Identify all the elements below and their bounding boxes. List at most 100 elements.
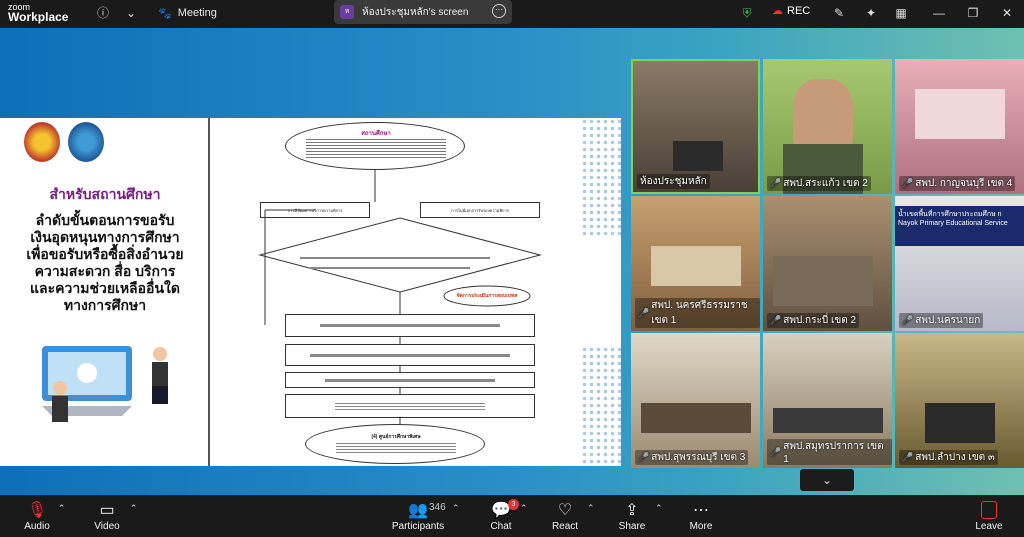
flow-step-1 [285,314,535,337]
audio-button[interactable]: 🎙 Audio [10,501,64,532]
sparkle-icon[interactable]: ✦ [862,4,880,22]
video-figure [641,403,751,433]
flow-step-2 [285,344,535,366]
dot-pattern-bottom [581,346,621,466]
video-figure [773,408,883,433]
participant-name: 🎤 สพป.ลำปาง เขต ๓ [899,450,998,465]
logo-workplace-text: Workplace [8,10,69,24]
video-options-chevron-icon[interactable]: ⌃ [130,503,138,514]
mic-muted-icon: 🎤 [902,315,914,325]
mic-muted-icon: 🎤 [638,307,650,318]
minimize-icon[interactable]: — [930,4,948,22]
chat-icon: 💬 3 [491,499,519,521]
audio-label: Audio [24,521,50,532]
share-options-chevron-icon[interactable]: ⌃ [655,503,663,514]
rec-label: REC [787,4,811,17]
layout-icon[interactable]: ▦ [892,4,910,22]
restore-icon[interactable]: ❐ [964,4,982,22]
video-tile[interactable]: 🎤 สพป.สระแก้ว เขต 2 [763,59,892,194]
mic-muted-icon: 🎤 [902,178,914,188]
chat-label: Chat [490,521,512,532]
mic-muted-icon: 🎤 [902,452,914,462]
chat-badge: 3 [507,499,519,510]
screen-share-label: ห้องประชุมหลัก's screen [362,6,469,18]
video-button[interactable]: ▭ Video [80,501,134,532]
video-camera-icon: ▭ [99,502,115,519]
more-button[interactable]: ⋯ More [674,501,728,532]
video-figure [793,79,853,149]
students-illustration [42,346,168,422]
flow-bottom-text [336,441,456,455]
meeting-label: Meeting [177,7,217,19]
participant-name: ห้องประชุมหลัก [637,174,710,189]
chat-options-chevron-icon[interactable]: ⌃ [520,503,528,514]
dot-pattern-top [581,118,621,238]
heading-line: เพื่อขอรับหรือซื้อสิ่งอำนวย [26,246,184,262]
mic-muted-icon: 🎤 [638,452,650,462]
participants-options-chevron-icon[interactable]: ⌃ [452,503,460,514]
slide-main-heading: ลำดับขั้นตอนการขอรับ เงินอุดหนุนทางการศึ… [2,212,208,314]
audio-options-chevron-icon[interactable]: ⌃ [58,503,66,514]
mic-muted-icon: 🎤 [770,315,782,325]
share-button[interactable]: ⇪ Share [605,501,659,532]
paw-icon: 🐾 [158,7,172,20]
more-icon: ⋯ [693,502,709,519]
participant-name: 🎤 สพป.กระบี่ เขต 2 [767,313,860,328]
video-tile[interactable]: น้ำเขตพื้นที่การศึกษาประถมศึกษ n Nayok P… [895,196,1024,331]
heading-line: และความช่วยเหลืออื่นใด [30,280,180,296]
video-figure [915,89,1005,139]
zoom-workplace-logo: zoom Workplace [8,2,69,24]
mic-muted-icon: 🎤 [770,178,782,188]
video-tile[interactable]: 🎤 สพป. นครศรีธรรมราช เขต 1 [631,196,760,331]
emblem-logo-1 [24,122,60,162]
rec-indicator[interactable]: ☁ REC [772,4,811,18]
video-tile[interactable]: 🎤 สพป.ลำปาง เขต ๓ [895,333,1024,468]
heart-icon: ♡ [557,502,573,519]
flow-step-4 [285,394,535,418]
react-button[interactable]: ♡ React [538,501,592,532]
video-figure [651,246,741,286]
slide-left-panel: สำหรับสถานศึกษา ลำดับขั้นตอนการขอรับ เงิ… [2,118,208,466]
meeting-menu[interactable]: 🐾 Meeting [158,4,217,22]
video-tile[interactable]: ห้องประชุมหลัก [631,59,760,194]
close-icon[interactable]: ✕ [998,4,1016,22]
video-tile[interactable]: 🎤 สพป. กาญจนบุรี เขต 4 [895,59,1024,194]
flow-step-3 [285,372,535,388]
flowchart-panel: สถานศึกษา การมีข้อมสารบริการความพิการ กา… [210,118,594,466]
pencil-icon[interactable]: ✎ [830,4,848,22]
mic-muted-icon: 🎙 [26,502,48,519]
participant-name: 🎤 สพป.นครนายก [899,313,984,328]
meeting-toolbar: 🎙 Audio ⌃ ▭ Video ⌃ 👥 Participants 346 ⌃… [0,495,1024,537]
participant-name: 🎤 สพป.สระแก้ว เขต 2 [767,176,871,191]
collapse-gallery-button[interactable]: ⌄ [800,469,854,491]
video-figure [925,403,995,443]
share-label: Share [618,521,646,532]
mic-muted-icon: 🎤 [770,446,782,457]
more-label: More [689,521,713,532]
leave-button[interactable]: Leave [962,501,1016,532]
react-options-chevron-icon[interactable]: ⌃ [587,503,595,514]
banner-overlay: น้ำเขตพื้นที่การศึกษาประถมศึกษ n Nayok P… [895,206,1024,246]
flow-ellipse-bottom: (4) ศูนย์การศึกษาพิเศษ [305,424,485,464]
info-icon[interactable]: ⓘ [94,4,112,22]
shield-check-icon[interactable]: ⛨ [738,4,756,22]
participant-name: 🎤 สพป.สุพรรณบุรี เขต 3 [635,450,749,465]
participants-count: 346 [429,502,446,513]
flow-red-label: จัดการประเมินการสอบเบทส [456,293,518,299]
chevron-down-icon[interactable]: ⌄ [122,4,140,22]
video-tile[interactable]: 🎤 สพป.สุพรรณบุรี เขต 3 [631,333,760,468]
screen-share-pill[interactable]: ห ห้องประชุมหลัก's screen ··· [334,0,512,24]
more-dots-icon[interactable]: ··· [492,4,506,18]
participant-name: 🎤 สพป. กาญจนบุรี เขต 4 [899,176,1016,191]
title-bar: zoom Workplace ⓘ ⌄ 🐾 Meeting ห ห้องประชุ… [0,0,1024,28]
video-label: Video [94,521,120,532]
participant-name: 🎤 สพป. นครศรีธรรมราช เขต 1 [635,298,760,328]
video-tile[interactable]: 🎤 สพป.กระบี่ เขต 2 [763,196,892,331]
video-tile[interactable]: 🎤 สพป.สมุทรปราการ เขต 1 [763,333,892,468]
leave-label: Leave [975,521,1003,532]
leave-door-icon [981,501,997,521]
participant-name: 🎤 สพป.สมุทรปราการ เขต 1 [767,439,892,465]
heading-line: ทางการศึกษา [63,297,147,313]
heading-line: ความสะดวก สื่อ บริการ [34,263,176,279]
participants-icon: 👥 [408,502,428,519]
